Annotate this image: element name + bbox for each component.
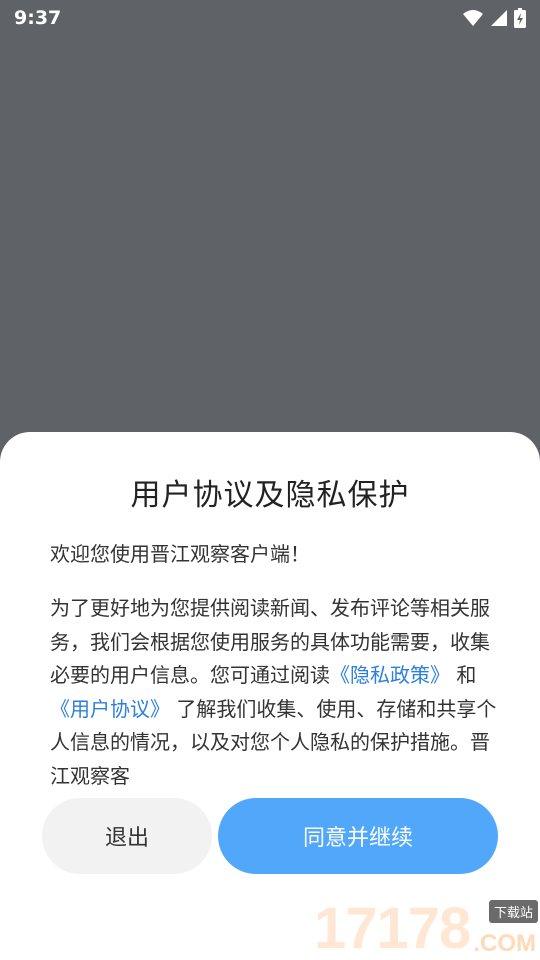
dialog-body: 为了更好地为您提供阅读新闻、发布评论等相关服务，我们会根据您使用服务的具体功能需…	[50, 592, 498, 792]
agree-continue-button[interactable]: 同意并继续	[218, 798, 498, 874]
status-icons	[462, 8, 526, 28]
watermark-digits: 17178	[314, 896, 471, 960]
watermark-badge: 下载站	[488, 900, 538, 923]
battery-icon	[514, 8, 526, 28]
and-text: 和	[450, 663, 477, 687]
dialog-title: 用户协议及隐私保护	[130, 478, 410, 513]
status-time: 9:37	[14, 7, 62, 29]
wifi-icon	[463, 10, 483, 26]
watermark-logo: 17178 下载站 .COM	[314, 896, 538, 960]
privacy-policy-link[interactable]: 《隐私政策》	[330, 663, 450, 687]
welcome-text: 欢迎您使用晋江观察客户端！	[50, 542, 310, 566]
user-agreement-link[interactable]: 《用户协议》	[50, 697, 170, 721]
privacy-dialog: 用户协议及隐私保护 欢迎您使用晋江观察客户端！ 为了更好地为您提供阅读新闻、发布…	[0, 432, 540, 960]
watermark-suffix: .COM	[473, 930, 536, 957]
signal-icon	[491, 10, 507, 26]
status-bar: 9:37	[0, 0, 540, 36]
exit-button[interactable]: 退出	[42, 798, 212, 874]
